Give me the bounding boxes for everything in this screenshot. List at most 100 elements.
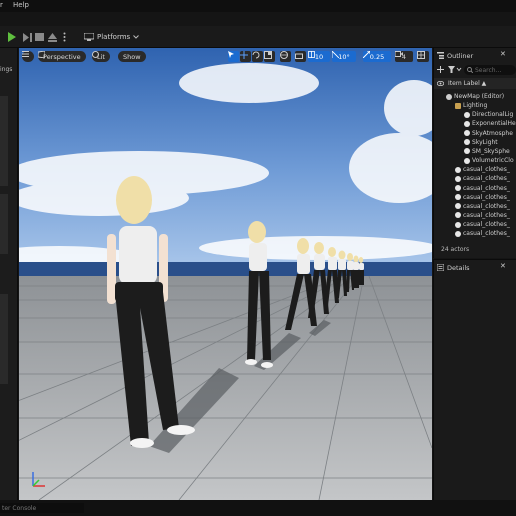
character-icon <box>455 230 461 237</box>
outliner-row-label: casual_clothes_ <box>463 193 510 201</box>
outliner-row[interactable]: SkyLight <box>464 138 498 147</box>
show-button[interactable]: Show <box>118 51 146 62</box>
search-placeholder: Search... <box>475 66 502 74</box>
rotation-snap-button[interactable]: 10° <box>332 51 356 62</box>
outliner-row-label: casual_clothes_ <box>463 166 510 174</box>
item-label-column: Item Label ▲ <box>448 80 487 87</box>
outliner-row[interactable]: casual_clothes_ <box>455 193 510 202</box>
scale-snap-button[interactable]: 0.25 <box>363 51 391 62</box>
outliner-row[interactable]: casual_clothes_ <box>455 211 510 220</box>
perspective-button[interactable]: Perspective <box>38 51 86 62</box>
details-title: Details <box>447 263 470 272</box>
outliner-row-label: casual_clothes_ <box>463 175 510 183</box>
character-icon <box>455 166 461 173</box>
details-panel: Details ✕ <box>433 259 516 500</box>
character-icon <box>455 203 461 210</box>
outliner-row[interactable]: DirectionalLig <box>464 110 513 119</box>
outliner-row[interactable]: casual_clothes_ <box>455 184 510 193</box>
details-icon <box>437 264 444 271</box>
outliner-row[interactable]: SkyAtmosphe <box>464 129 513 138</box>
show-label: Show <box>123 52 141 61</box>
character-8 <box>353 255 359 288</box>
details-close-icon[interactable]: ✕ <box>500 262 506 270</box>
menu-help[interactable]: Help <box>13 1 29 9</box>
outliner-row[interactable]: casual_clothes_ <box>455 229 510 238</box>
scale-snap-icon <box>363 51 370 58</box>
outliner-row-label: casual_clothes_ <box>463 184 510 192</box>
play-options-button[interactable] <box>60 31 68 43</box>
outliner-row[interactable]: ExponentialHe <box>464 119 516 128</box>
outliner-row[interactable]: Lighting <box>455 101 487 110</box>
outliner-row[interactable]: casual_clothes_ <box>455 220 510 229</box>
angle-snap-icon <box>332 51 339 58</box>
outliner-row-label: ExponentialHe <box>472 120 516 128</box>
rotate-tool-button[interactable] <box>252 51 263 62</box>
globe-icon <box>280 51 288 59</box>
fog-icon <box>464 120 470 127</box>
outliner-row[interactable]: VolumetricClo <box>464 156 514 165</box>
map-icon <box>446 93 452 100</box>
outliner-icon <box>437 52 444 59</box>
platforms-label: Platforms <box>97 33 131 41</box>
viewport-menu-button[interactable] <box>22 51 34 62</box>
outliner-row-label: DirectionalLig <box>472 111 514 119</box>
outliner-tab[interactable]: Outliner <box>437 50 473 61</box>
viewport-scene <box>19 48 432 500</box>
surface-snap-button[interactable] <box>295 51 306 62</box>
visibility-eye-icon[interactable] <box>437 81 444 86</box>
camera-speed-button[interactable]: 4 <box>395 51 413 62</box>
skylight-icon <box>464 139 470 146</box>
character-icon <box>455 185 461 191</box>
eject-icon <box>47 32 57 42</box>
play-button[interactable] <box>7 31 17 43</box>
console-placeholder: ter Console <box>2 504 37 512</box>
filter-button[interactable] <box>448 66 462 73</box>
directional-light-icon <box>464 111 470 118</box>
character-icon <box>455 175 461 182</box>
left-panel: ings <box>0 48 18 500</box>
stop-button[interactable] <box>34 31 44 43</box>
outliner-row-label: casual_clothes_ <box>463 202 510 210</box>
camera-icon <box>395 51 403 57</box>
menu-window[interactable]: r <box>0 1 3 9</box>
horizon-water <box>19 262 432 276</box>
add-actor-button[interactable] <box>437 66 444 73</box>
outliner-row-label: casual_clothes_ <box>463 211 510 219</box>
outliner-column-header[interactable]: Item Label ▲ <box>434 78 516 89</box>
outliner-row-label: casual_clothes_ <box>463 221 510 229</box>
grid-snap-button[interactable]: 10 <box>308 51 330 62</box>
outliner-row-label: NewMap (Editor) <box>454 93 505 100</box>
viewport-layout-button[interactable] <box>417 51 429 62</box>
console-input[interactable]: ter Console <box>0 503 84 513</box>
details-tab[interactable]: Details <box>437 262 470 273</box>
world-local-toggle[interactable] <box>280 51 291 62</box>
camera-perspective-icon <box>38 51 45 58</box>
rotation-snap-value: 10° <box>338 52 350 61</box>
lit-button[interactable]: Lit <box>92 51 110 62</box>
outliner-row[interactable]: SM_SkySphe <box>464 147 510 156</box>
level-viewport[interactable]: Perspective Lit Show 10 10° 0.25 4 <box>19 48 432 500</box>
step-button[interactable] <box>22 31 32 43</box>
outliner-close-icon[interactable]: ✕ <box>500 50 506 58</box>
select-cursor-icon <box>228 51 234 58</box>
outliner-search-input[interactable]: Search... <box>464 65 516 75</box>
character-icon <box>455 221 461 228</box>
rotate-icon <box>252 51 260 59</box>
outliner-row[interactable]: casual_clothes_ <box>455 174 510 183</box>
stop-icon <box>34 33 44 41</box>
lit-mode-icon <box>92 51 99 58</box>
left-panel-section <box>0 294 8 384</box>
filter-icon <box>448 66 462 73</box>
select-tool-button[interactable] <box>228 51 239 62</box>
translate-tool-button[interactable] <box>240 51 251 62</box>
outliner-row-label: Lighting <box>463 102 488 110</box>
main-toolbar <box>0 26 516 48</box>
eject-button[interactable] <box>47 31 57 43</box>
outliner-row[interactable]: casual_clothes_ <box>455 165 510 174</box>
scale-tool-button[interactable] <box>264 51 275 62</box>
outliner-row[interactable]: casual_clothes_ <box>455 202 510 211</box>
platforms-dropdown[interactable]: Platforms <box>84 30 140 44</box>
atmosphere-icon <box>464 130 470 137</box>
outliner-row[interactable]: NewMap (Editor) <box>446 92 504 101</box>
outliner-row-label: SM_SkySphe <box>472 147 510 155</box>
